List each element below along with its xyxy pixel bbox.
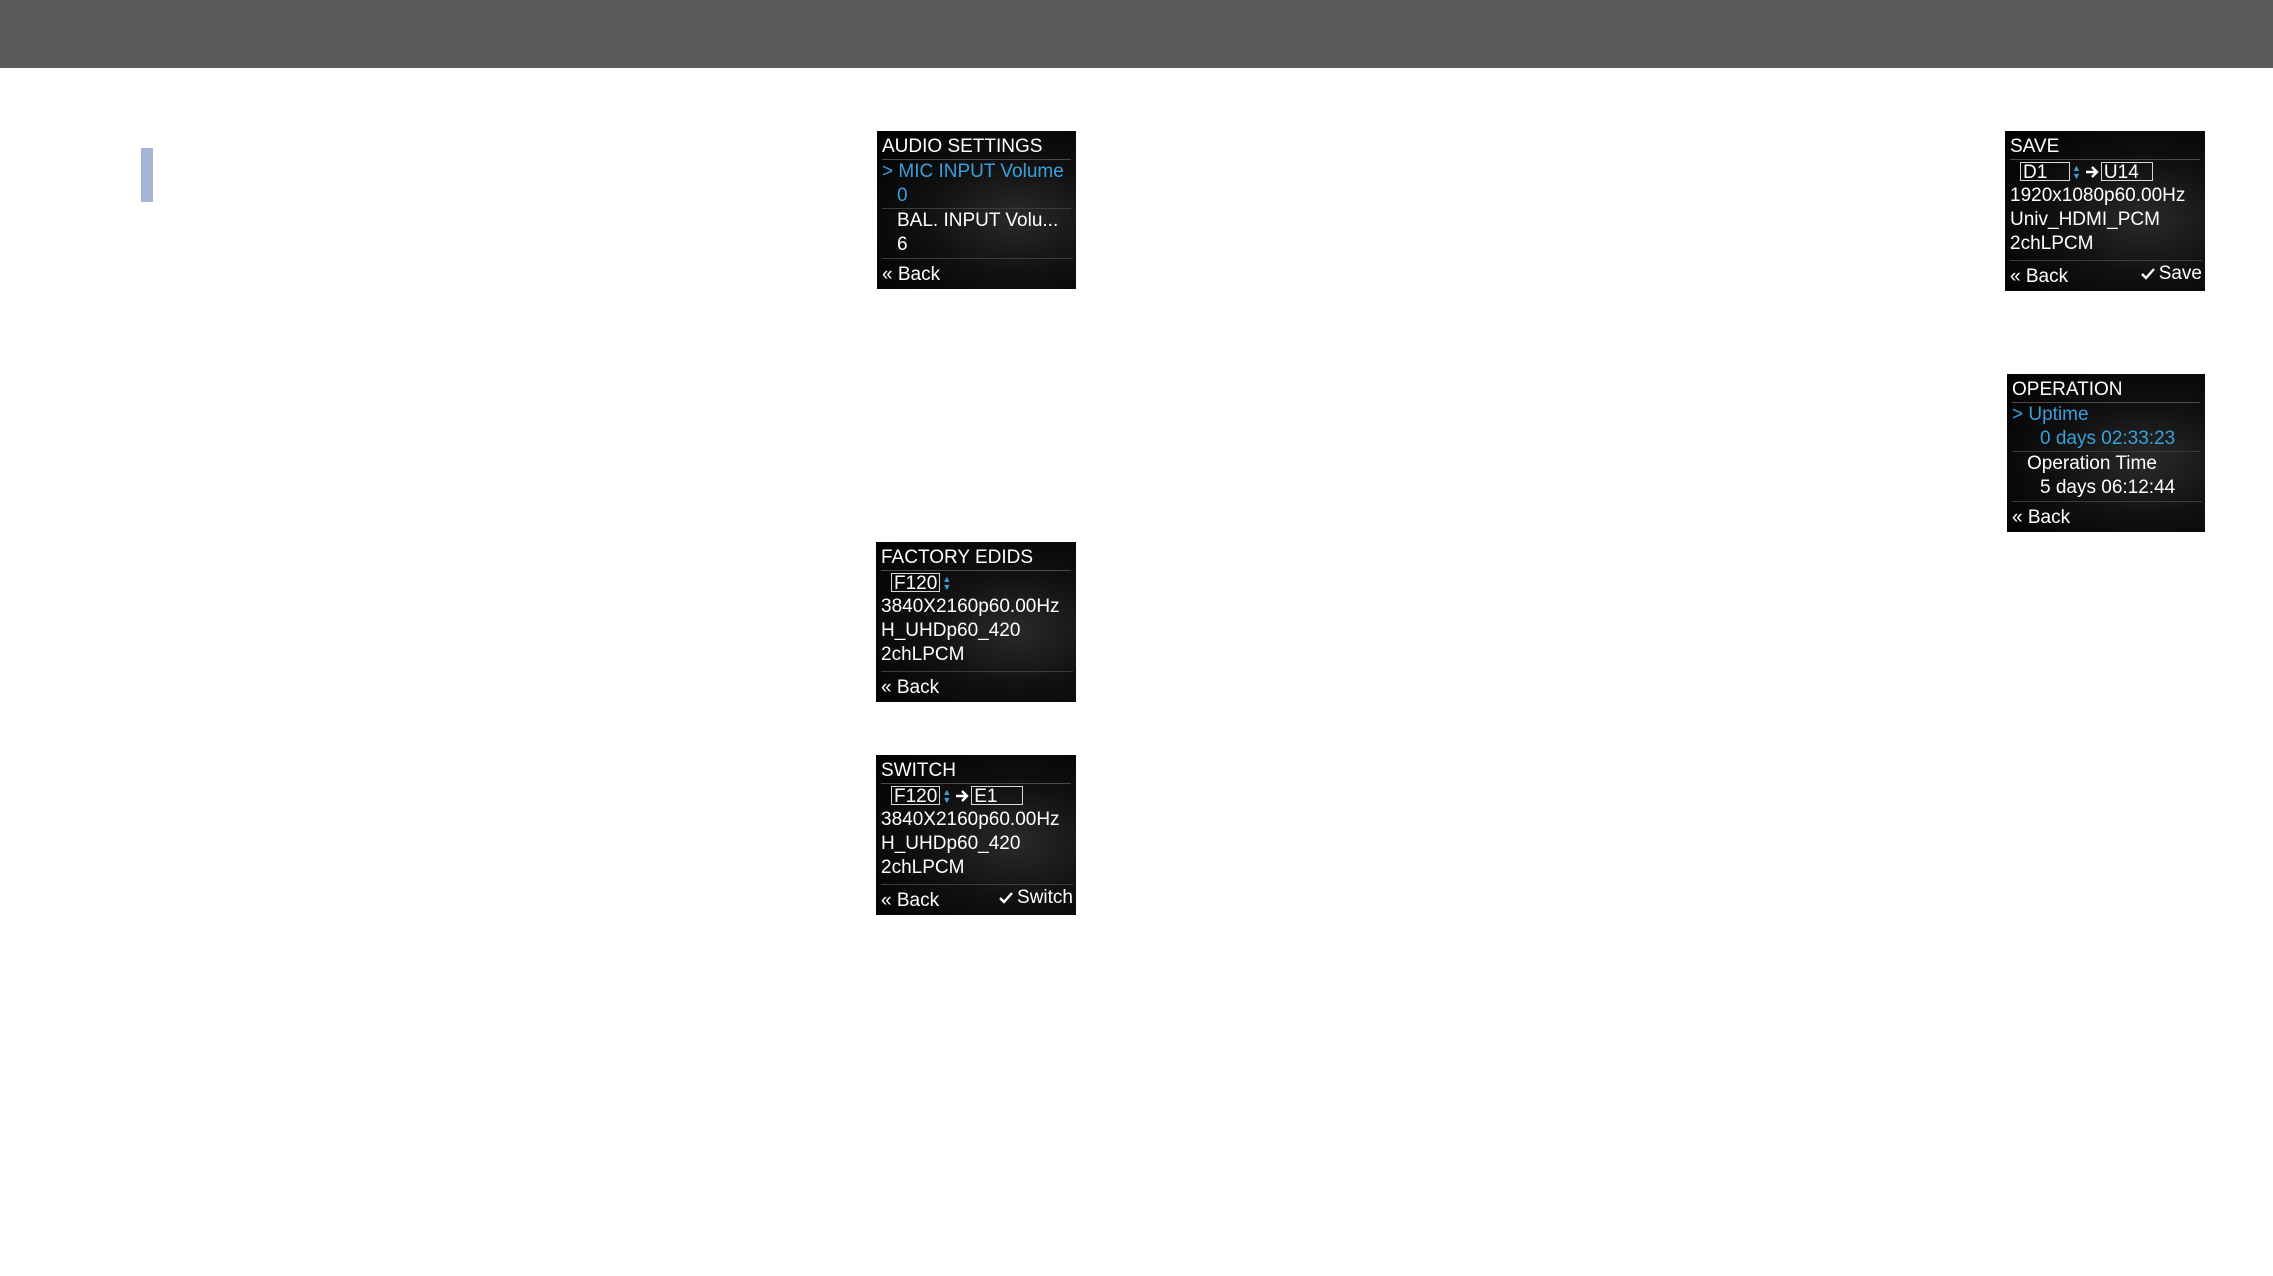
menu-item-value: 5 days 06:12:44 [2040,477,2176,498]
menu-item-label: MIC INPUT Volume [898,161,1064,182]
factory-edids-screen: FACTORY EDIDS F120 ▲ ▼ 3840X2160p60.00Hz H… [876,542,1076,702]
selection-chevron-icon: > [882,161,894,182]
screen-title: OPERATION [2012,378,2200,403]
menu-item-mic-input-volume[interactable]: > MIC INPUT Volume [882,160,1071,184]
edid-selector[interactable]: F120 ▲ ▼ [881,571,1071,595]
top-bar [0,0,2273,68]
up-down-icon: ▲ ▼ [942,573,952,592]
save-button[interactable]: Save [2140,262,2202,286]
back-button[interactable]: « Back [881,676,939,700]
save-button-label: Save [2158,263,2202,284]
edid-name-text: Univ_HDMI_PCM [2010,209,2160,230]
up-down-icon: ▲ ▼ [942,786,952,805]
screen-footer: « Back [882,258,1073,289]
switch-button[interactable]: Switch [999,886,1073,910]
destination-slot-field[interactable]: E1 [971,786,1024,806]
screen-footer: « Back Switch [881,884,1073,915]
screen-footer: « Back Save [2010,260,2202,291]
screen-title: SWITCH [881,759,1071,784]
arrow-right-icon [956,790,969,802]
menu-item-bal-input-volume[interactable]: BAL. INPUT Volu... [882,209,1071,233]
switch-screen: SWITCH F120 ▲ ▼ E1 3840X2160p60.00Hz H_UHDp… [876,755,1076,915]
back-button[interactable]: « Back [2012,506,2070,530]
destination-slot-field[interactable]: U14 [2100,162,2153,182]
menu-item-value: 0 days 02:33:23 [2012,427,2200,452]
checkmark-icon [2140,268,2155,280]
switch-button-label: Switch [1017,887,1073,908]
screen-footer: « Back [881,671,1073,702]
resolution-text: 3840X2160p60.00Hz [881,809,1060,830]
audio-format-text: 2chLPCM [881,644,965,665]
menu-item-value: 0 [882,184,1071,209]
edid-name-text: H_UHDp60_420 [881,620,1021,641]
menu-item-operation-time[interactable]: Operation Time [2012,452,2200,476]
selection-chevron-icon: > [2012,404,2024,425]
resolution-text: 1920x1080p60.00Hz [2010,185,2186,206]
edid-switch-selector[interactable]: F120 ▲ ▼ E1 [881,784,1071,808]
source-slot-field[interactable]: D1 [2020,162,2070,182]
arrow-right-icon [2085,166,2099,178]
edid-name-text: H_UHDp60_420 [881,833,1021,854]
menu-item-label: BAL. INPUT Volu... [897,210,1059,231]
screen-title: FACTORY EDIDS [881,546,1071,571]
back-button[interactable]: « Back [882,263,940,287]
resolution-text: 3840X2160p60.00Hz [881,596,1060,617]
audio-format-text: 2chLPCM [881,857,965,878]
checkmark-icon [999,892,1013,904]
section-marker [141,148,153,202]
audio-format-text: 2chLPCM [2010,233,2094,254]
screen-footer: « Back [2012,501,2202,532]
up-down-icon: ▲ ▼ [2072,162,2081,181]
menu-item-value: 6 [897,234,908,255]
save-screen: SAVE D1 ▲ ▼ U14 1920x1080p60.00Hz Univ_HDMI… [2005,131,2205,291]
menu-item-label: Operation Time [2027,453,2157,474]
back-button[interactable]: « Back [2010,265,2068,289]
audio-settings-screen: AUDIO SETTINGS > MIC INPUT Volume 0 BAL.… [877,131,1076,289]
menu-item-uptime[interactable]: > Uptime [2012,403,2200,427]
source-slot-field[interactable]: F120 [891,786,941,806]
edid-slot-field[interactable]: F120 [891,573,941,593]
edid-save-selector[interactable]: D1 ▲ ▼ U14 [2010,160,2200,184]
back-button[interactable]: « Back [881,889,939,913]
screen-title: SAVE [2010,135,2200,160]
menu-item-label: Uptime [2028,404,2089,425]
screen-title: AUDIO SETTINGS [882,135,1071,160]
operation-screen: OPERATION > Uptime 0 days 02:33:23 Opera… [2007,374,2205,532]
